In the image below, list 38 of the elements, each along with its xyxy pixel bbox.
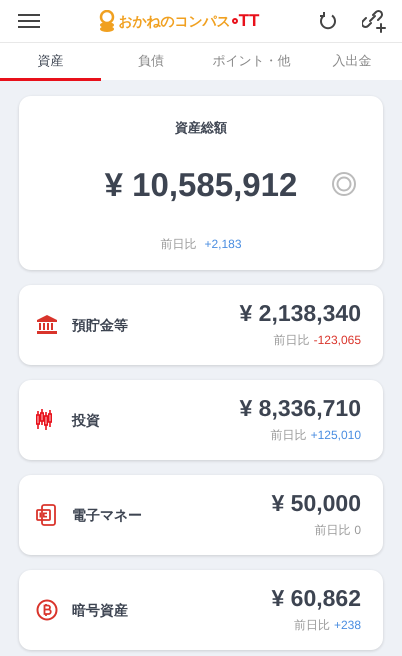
category-card[interactable]: 電子マネー ¥ 50,000 前日比 0 — [19, 475, 383, 555]
category-card[interactable]: 預貯金等 ¥ 2,138,340 前日比 -123,065 — [19, 285, 383, 365]
change-value: +125,010 — [310, 426, 361, 444]
category-amount: ¥ 50,000 — [271, 491, 361, 517]
change-label: 前日比 — [294, 616, 330, 634]
category-card[interactable]: 暗号資産 ¥ 60,862 前日比 +238 — [19, 570, 383, 650]
change-label: 前日比 — [274, 332, 310, 349]
bitcoin-icon — [36, 599, 58, 621]
tab[interactable]: 資産 — [0, 43, 100, 81]
tab[interactable]: 入出金 — [302, 43, 402, 81]
logo-text: TT — [238, 10, 260, 32]
change-value: 0 — [354, 522, 361, 539]
total-amount: ¥ 10,585,912 — [104, 164, 298, 204]
bank-icon — [36, 314, 58, 336]
coin-stack-icon — [98, 10, 115, 32]
category-amount: ¥ 8,336,710 — [239, 396, 361, 422]
change-label: 前日比 — [270, 426, 307, 444]
change-label: 前日比 — [160, 236, 196, 253]
change-label: 前日比 — [314, 522, 350, 539]
change-value: +238 — [334, 616, 361, 634]
tab[interactable]: 負債 — [100, 43, 201, 81]
category-amount: ¥ 60,862 — [271, 586, 361, 612]
tab[interactable]: ポイント・他 — [201, 43, 302, 81]
menu-icon[interactable] — [18, 13, 40, 29]
change-value: +2,183 — [204, 236, 242, 253]
category-name: 暗号資産 — [72, 600, 128, 620]
category-amount: ¥ 2,138,340 — [239, 301, 361, 327]
change-value: -123,065 — [314, 332, 361, 349]
logo-text: おかねのコンパス — [118, 12, 231, 30]
total-title: 資産総額 — [175, 119, 227, 137]
category-name: 預貯金等 — [72, 316, 128, 335]
link-add-icon[interactable] — [362, 9, 386, 33]
refresh-icon[interactable] — [318, 11, 338, 31]
ic-card-icon — [36, 504, 58, 526]
dot-icon — [232, 18, 238, 24]
category-card[interactable]: 投資 ¥ 8,336,710 前日比 +125,010 — [19, 380, 383, 460]
category-name: 電子マネー — [72, 506, 142, 524]
category-name: 投資 — [72, 410, 100, 430]
